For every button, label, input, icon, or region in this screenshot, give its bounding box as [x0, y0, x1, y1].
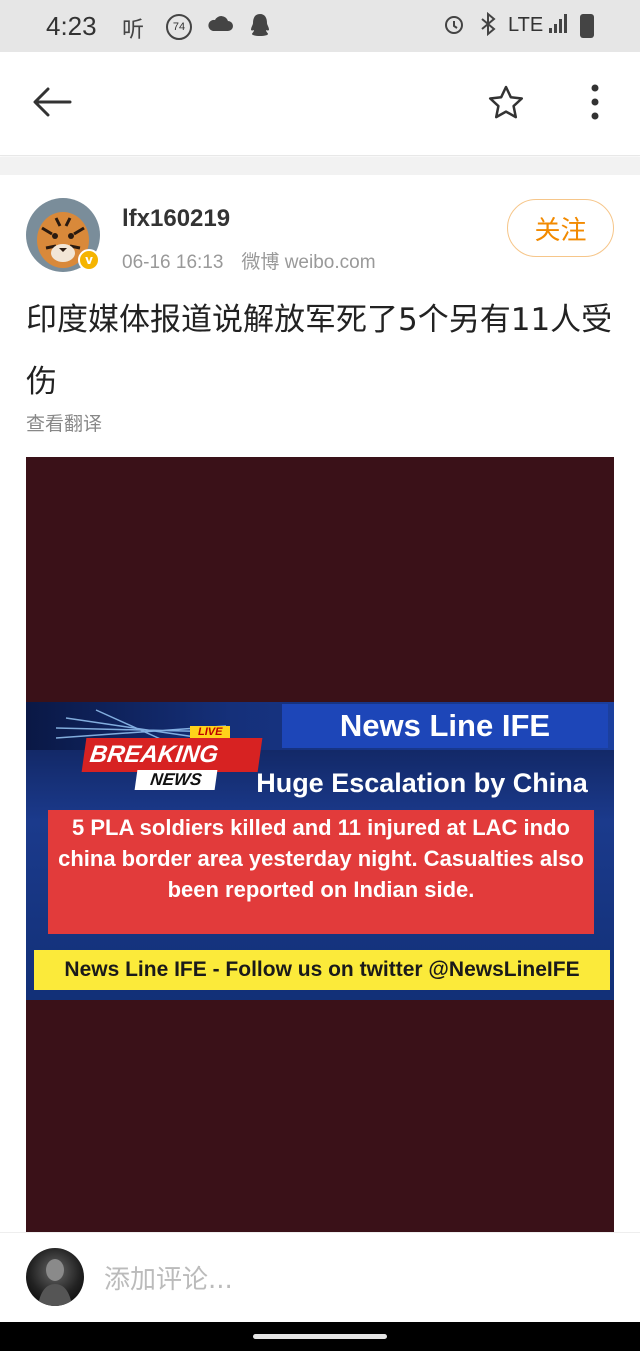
- broadcast-body: 5 PLA soldiers killed and 11 injured at …: [48, 810, 594, 934]
- status-bar: 4:23 听 74 LTE: [0, 0, 640, 52]
- follow-button[interactable]: 关注: [507, 199, 614, 257]
- post-timestamp: 06-16 16:13: [122, 252, 224, 273]
- news-broadcast-graphic: News Line IFE BREAKING LIVE NEWS Huge Es…: [26, 702, 614, 1000]
- breaking-label: BREAKING: [81, 738, 263, 772]
- section-gap: [0, 157, 640, 175]
- qq-icon: [248, 12, 272, 44]
- translate-link[interactable]: 查看翻译: [26, 409, 102, 436]
- network-type: LTE: [508, 14, 544, 36]
- comment-bar: 添加评论...: [0, 1232, 640, 1322]
- live-label: LIVE: [190, 726, 231, 738]
- username[interactable]: lfx160219: [122, 205, 230, 233]
- current-user-avatar[interactable]: [26, 1248, 84, 1306]
- star-outline-icon: [488, 85, 524, 123]
- battery-icon: [580, 14, 594, 38]
- post-meta: 06-16 16:13 微博 weibo.com: [122, 247, 376, 274]
- arrow-left-icon: [32, 87, 72, 121]
- comment-input[interactable]: 添加评论...: [104, 1259, 233, 1296]
- news-label: NEWS: [134, 770, 218, 790]
- post-image[interactable]: News Line IFE BREAKING LIVE NEWS Huge Es…: [26, 457, 614, 1257]
- signal-icon: [548, 12, 568, 40]
- status-time: 4:23: [46, 11, 97, 41]
- broadcast-title: News Line IFE: [282, 704, 608, 748]
- post-source: 微博 weibo.com: [241, 252, 376, 273]
- more-button[interactable]: [569, 78, 621, 130]
- listen-app-icon: 听: [122, 18, 145, 43]
- post-text: 印度媒体报道说解放军死了5个另有11人受伤: [26, 302, 613, 400]
- broadcast-ticker: News Line IFE - Follow us on twitter @Ne…: [34, 950, 610, 990]
- dark-figure-avatar-image: [38, 1259, 72, 1306]
- verified-badge-icon: v: [78, 249, 100, 271]
- cloud-icon: [206, 12, 234, 40]
- aqi-badge: 74: [166, 14, 192, 40]
- back-button[interactable]: [26, 78, 78, 130]
- system-nav-bar: [0, 1322, 640, 1351]
- more-vert-icon: [590, 84, 600, 124]
- top-nav: [0, 52, 640, 156]
- broadcast-headline: Huge Escalation by China: [256, 768, 588, 798]
- favorite-button[interactable]: [480, 78, 532, 130]
- bluetooth-icon: [478, 11, 498, 42]
- alarm-icon: [442, 12, 466, 42]
- home-gesture-pill[interactable]: [253, 1334, 387, 1339]
